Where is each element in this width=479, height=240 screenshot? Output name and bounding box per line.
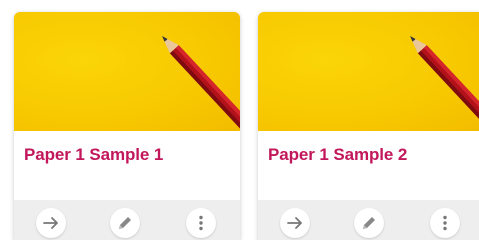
card-actions	[14, 200, 240, 240]
paper-card[interactable]: Paper 1 Sample 1	[14, 12, 240, 240]
pencil-image	[410, 36, 479, 131]
card-thumbnail	[14, 12, 240, 131]
arrow-right-icon	[42, 214, 60, 232]
open-button[interactable]	[280, 208, 310, 238]
edit-button[interactable]	[354, 208, 384, 238]
pencil-icon	[360, 214, 378, 232]
edit-button[interactable]	[110, 208, 140, 238]
pencil-image	[162, 36, 240, 131]
pencil-icon	[116, 214, 134, 232]
open-button[interactable]	[36, 208, 66, 238]
more-options-button[interactable]	[186, 208, 216, 238]
more-options-button[interactable]	[430, 208, 460, 238]
arrow-right-icon	[286, 214, 304, 232]
card-grid: Paper 1 Sample 1 Paper 1 Sample 2	[0, 0, 479, 240]
card-title[interactable]: Paper 1 Sample 2	[268, 145, 407, 165]
more-vertical-icon	[436, 214, 454, 232]
card-title[interactable]: Paper 1 Sample 1	[24, 145, 163, 165]
paper-card[interactable]: Paper 1 Sample 2	[258, 12, 479, 240]
more-vertical-icon	[192, 214, 210, 232]
card-thumbnail	[258, 12, 479, 131]
card-actions	[258, 200, 479, 240]
